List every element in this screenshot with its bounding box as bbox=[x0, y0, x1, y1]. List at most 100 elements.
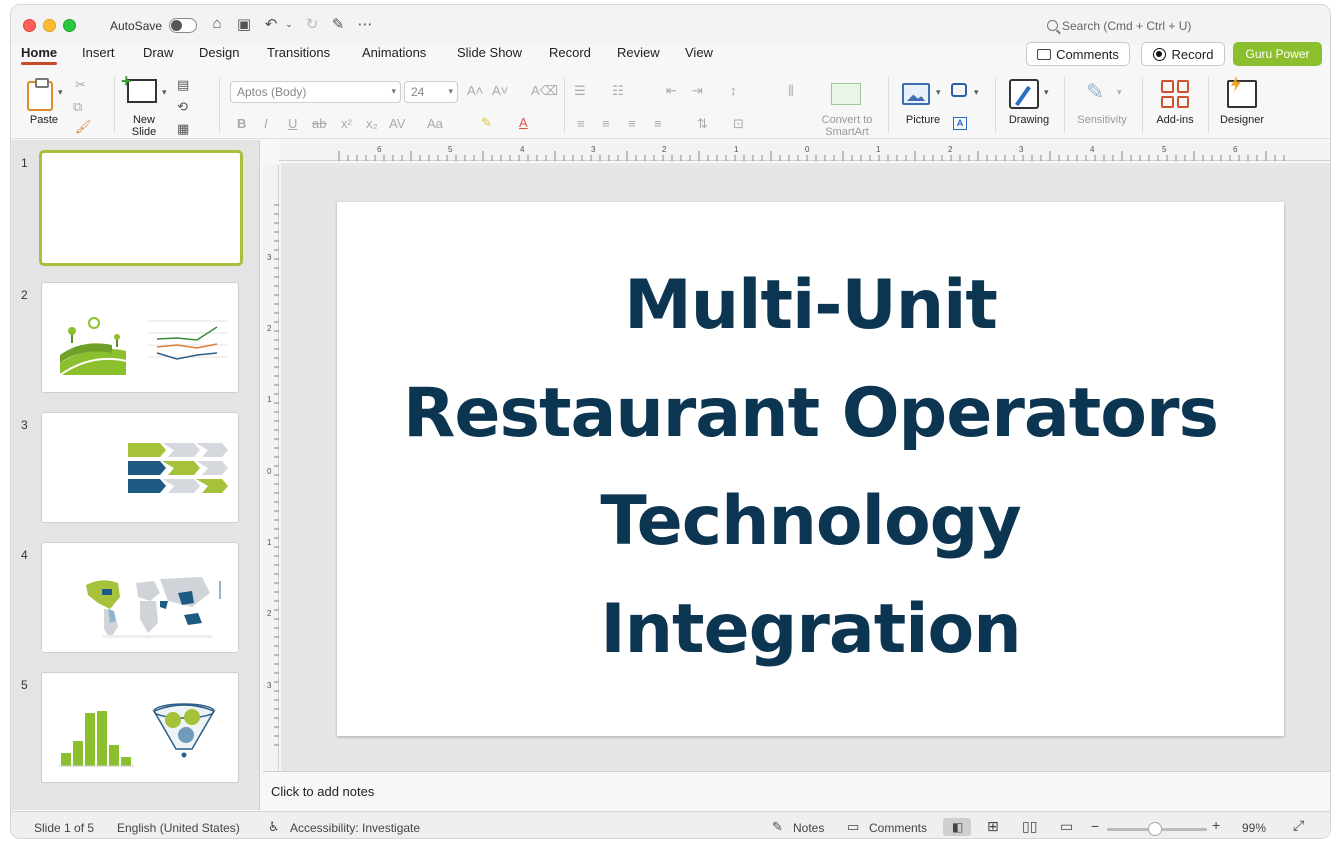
tab-design[interactable]: Design bbox=[199, 45, 239, 60]
redo-icon[interactable]: ↻ bbox=[302, 15, 322, 33]
paste-dropdown-chevron-icon[interactable]: ▾ bbox=[58, 87, 63, 98]
designer-icon[interactable] bbox=[1227, 80, 1257, 108]
zoom-slider-handle[interactable] bbox=[1148, 822, 1162, 836]
sensitivity-dropdown-chevron-icon[interactable]: ▾ bbox=[1117, 87, 1122, 98]
align-left-icon[interactable]: ≡ bbox=[577, 116, 585, 131]
close-window-button[interactable] bbox=[23, 19, 36, 32]
zoom-out-icon[interactable]: − bbox=[1091, 818, 1099, 834]
format-painter-icon[interactable]: 🖌 bbox=[75, 119, 92, 135]
tab-record[interactable]: Record bbox=[549, 45, 591, 60]
tab-transitions[interactable]: Transitions bbox=[267, 45, 330, 60]
strikethrough-icon[interactable]: ab bbox=[312, 116, 326, 131]
tab-draw[interactable]: Draw bbox=[143, 45, 173, 60]
vertical-ruler[interactable]: 3 2 1 0 1 2 3 bbox=[263, 165, 279, 775]
drawing-dropdown-chevron-icon[interactable]: ▾ bbox=[1044, 87, 1049, 98]
smartart-icon[interactable] bbox=[831, 83, 861, 105]
line-spacing-icon[interactable]: ↕ bbox=[730, 83, 737, 98]
clear-formatting-icon[interactable]: A⌫ bbox=[531, 83, 558, 99]
status-comments-button[interactable]: Comments bbox=[869, 821, 927, 835]
font-size-field[interactable]: 24 ▾ bbox=[404, 81, 458, 103]
tab-insert[interactable]: Insert bbox=[82, 45, 115, 60]
increase-font-size-icon[interactable]: A˄ bbox=[467, 83, 483, 98]
text-direction-icon[interactable]: ⇅ bbox=[697, 116, 708, 132]
new-slide-icon[interactable] bbox=[121, 71, 157, 103]
bold-icon[interactable]: B bbox=[237, 116, 246, 131]
maximize-window-button[interactable] bbox=[63, 19, 76, 32]
text-box-icon[interactable]: A bbox=[953, 117, 967, 130]
highlight-icon[interactable]: ✎ bbox=[481, 115, 492, 131]
tab-view[interactable]: View bbox=[685, 45, 713, 60]
bullets-icon[interactable]: ☰ bbox=[574, 83, 586, 99]
accessibility-status[interactable]: Accessibility: Investigate bbox=[290, 821, 420, 835]
increase-indent-icon[interactable]: ⇥ bbox=[692, 83, 703, 99]
home-icon[interactable]: ⌂ bbox=[207, 15, 227, 32]
align-text-icon[interactable]: ⊡ bbox=[733, 116, 744, 132]
picture-icon[interactable] bbox=[902, 83, 930, 105]
guru-power-button[interactable]: Guru Power bbox=[1233, 42, 1322, 66]
search-box[interactable]: Search (Cmd + Ctrl + U) bbox=[1047, 19, 1191, 33]
reset-icon[interactable]: ⟲ bbox=[177, 99, 188, 115]
zoom-percentage[interactable]: 99% bbox=[1242, 821, 1266, 835]
fit-to-window-icon[interactable]: ⤢ bbox=[1293, 817, 1304, 834]
current-slide[interactable]: Multi-Unit Restaurant Operators Technolo… bbox=[337, 202, 1284, 736]
decrease-indent-icon[interactable]: ⇤ bbox=[666, 83, 677, 99]
superscript-icon[interactable]: x² bbox=[341, 116, 352, 131]
autosave-toggle[interactable] bbox=[169, 18, 197, 33]
slide-thumbnail-4[interactable] bbox=[41, 542, 239, 653]
notes-pane[interactable]: Click to add notes bbox=[263, 771, 1330, 809]
drawing-icon[interactable] bbox=[1009, 79, 1039, 109]
numbering-icon[interactable]: ☷ bbox=[612, 83, 624, 99]
layout-icon[interactable]: ▤ bbox=[177, 77, 189, 93]
notes-icon[interactable]: ✎ bbox=[772, 819, 783, 835]
language-indicator[interactable]: English (United States) bbox=[117, 821, 240, 835]
change-case-icon[interactable]: Aa bbox=[427, 116, 443, 131]
shapes-icon[interactable] bbox=[951, 83, 967, 97]
tab-slide-show[interactable]: Slide Show bbox=[457, 45, 522, 60]
copy-icon[interactable]: ⧉ bbox=[73, 99, 82, 115]
comments-icon[interactable]: ▭ bbox=[847, 819, 859, 835]
slide-title[interactable]: Multi-Unit Restaurant Operators Technolo… bbox=[337, 252, 1284, 684]
character-spacing-icon[interactable]: AV bbox=[389, 116, 405, 131]
tab-animations[interactable]: Animations bbox=[362, 45, 426, 60]
notes-button[interactable]: Notes bbox=[793, 821, 824, 835]
minimize-window-button[interactable] bbox=[43, 19, 56, 32]
cut-icon[interactable]: ✂ bbox=[75, 77, 86, 93]
accessibility-icon[interactable]: ♿ bbox=[268, 819, 280, 835]
picture-dropdown-chevron-icon[interactable]: ▾ bbox=[936, 87, 941, 98]
add-ins-icon[interactable] bbox=[1161, 80, 1189, 108]
comments-button[interactable]: Comments bbox=[1026, 42, 1130, 66]
undo-icon[interactable]: ↶ bbox=[261, 15, 281, 33]
customize-icon[interactable]: ✎ bbox=[328, 15, 348, 33]
undo-dropdown-chevron-icon[interactable]: ⌄ bbox=[279, 19, 299, 30]
slide-sorter-view-icon[interactable]: ⊞ bbox=[987, 818, 999, 835]
slide-show-view-icon[interactable]: ▭ bbox=[1060, 818, 1073, 835]
tab-review[interactable]: Review bbox=[617, 45, 660, 60]
sensitivity-icon[interactable]: ✎ bbox=[1086, 79, 1112, 107]
slide-thumbnail-2[interactable] bbox=[41, 282, 239, 393]
reading-view-icon[interactable]: ▯▯ bbox=[1022, 818, 1037, 835]
font-name-field[interactable]: Aptos (Body) ▾ bbox=[230, 81, 401, 103]
slide-thumbnail-5[interactable] bbox=[41, 672, 239, 783]
paste-icon[interactable] bbox=[27, 78, 53, 111]
record-button[interactable]: Record bbox=[1141, 42, 1225, 66]
underline-icon[interactable]: U bbox=[288, 116, 297, 131]
save-icon[interactable]: ▣ bbox=[234, 15, 254, 33]
columns-icon[interactable]: ⫼ bbox=[788, 83, 794, 99]
justify-icon[interactable]: ≡ bbox=[654, 116, 662, 131]
slide-thumbnails-pane[interactable]: 1 2 3 4 5 bbox=[11, 140, 260, 810]
decrease-font-size-icon[interactable]: A˅ bbox=[492, 83, 508, 98]
zoom-in-icon[interactable]: + bbox=[1212, 817, 1220, 833]
slide-thumbnail-1[interactable] bbox=[39, 150, 243, 266]
align-right-icon[interactable]: ≡ bbox=[628, 116, 636, 131]
shapes-dropdown-chevron-icon[interactable]: ▾ bbox=[974, 87, 979, 98]
tab-home[interactable]: Home bbox=[21, 45, 58, 65]
section-icon[interactable]: ▦ bbox=[177, 121, 189, 137]
align-center-icon[interactable]: ≡ bbox=[602, 116, 610, 131]
italic-icon[interactable]: I bbox=[264, 116, 268, 131]
font-color-icon[interactable]: A bbox=[519, 115, 528, 130]
more-options-icon[interactable]: ⋯ bbox=[355, 15, 375, 33]
new-slide-dropdown-chevron-icon[interactable]: ▾ bbox=[162, 87, 167, 98]
horizontal-ruler[interactable]: 6 5 4 3 2 1 0 1 2 3 4 5 6 bbox=[279, 143, 1330, 161]
subscript-icon[interactable]: x₂ bbox=[366, 116, 378, 131]
slide-thumbnail-3[interactable] bbox=[41, 412, 239, 523]
